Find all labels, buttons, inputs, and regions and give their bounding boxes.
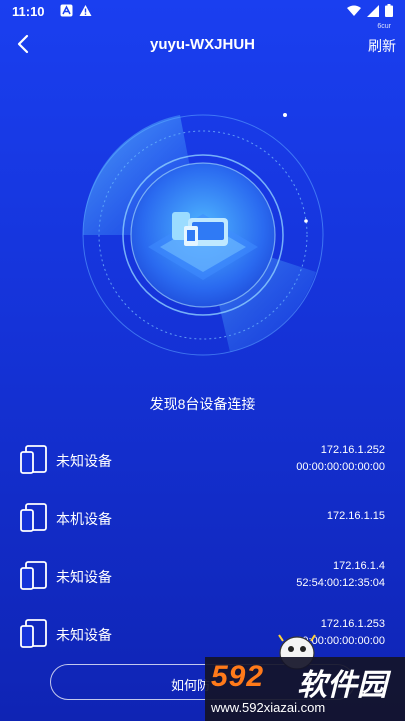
status-icons xyxy=(347,4,393,17)
device-row[interactable]: 本机设备 172.16.1.15 xyxy=(0,488,405,546)
device-row[interactable]: 未知设备 172.16.1.253 00:00:00:00:00:00 xyxy=(0,604,405,662)
wifi-icon xyxy=(347,5,361,16)
device-ip: 172.16.1.253 xyxy=(320,618,385,630)
device-name: 未知设备 xyxy=(56,453,112,469)
device-row[interactable]: 未知设备 172.16.1.4 52:54:00:12:35:04 xyxy=(0,546,405,604)
app-bar: yuyu-WXJHUH 6cur 刷新 xyxy=(0,23,405,62)
refresh-button[interactable]: 刷新 xyxy=(368,36,396,56)
device-ip: 172.16.1.252 xyxy=(320,444,385,456)
status-time: 11:10 xyxy=(12,4,45,19)
device-ip: 172.16.1.4 xyxy=(333,560,385,572)
device-mac: 00:00:00:00:00:00 xyxy=(296,461,385,473)
watermark-logo: 592 软件园 www.592xiazai.com xyxy=(205,657,405,721)
watermark-number: 592 xyxy=(211,660,265,693)
notification-a-icon xyxy=(60,4,73,17)
device-name: 本机设备 xyxy=(56,511,112,527)
status-bar: 11:10 xyxy=(0,0,405,24)
device-icon xyxy=(20,503,47,532)
watermark-url: www.592xiazai.com xyxy=(211,700,326,715)
scan-radar-graphic xyxy=(82,113,324,356)
device-list: 未知设备 172.16.1.252 00:00:00:00:00:00 本机设备… xyxy=(0,430,405,662)
device-ip: 172.16.1.15 xyxy=(326,510,385,522)
device-icon xyxy=(20,445,47,474)
device-row[interactable]: 未知设备 172.16.1.252 00:00:00:00:00:00 xyxy=(0,430,405,488)
device-icon xyxy=(20,561,47,590)
device-mac: 52:54:00:12:35:04 xyxy=(296,577,385,589)
watermark-brand: 软件园 xyxy=(297,669,387,702)
device-name: 未知设备 xyxy=(56,569,112,585)
refresh-sub-label: 6cur xyxy=(377,23,391,30)
signal-icon xyxy=(367,4,379,17)
battery-icon xyxy=(385,4,393,17)
page-title: yuyu-WXJHUH xyxy=(149,36,255,53)
device-name: 未知设备 xyxy=(56,627,112,643)
warning-icon xyxy=(79,5,92,16)
device-icon xyxy=(20,619,47,648)
scan-result-text: 发现8台设备连接 xyxy=(149,396,256,412)
